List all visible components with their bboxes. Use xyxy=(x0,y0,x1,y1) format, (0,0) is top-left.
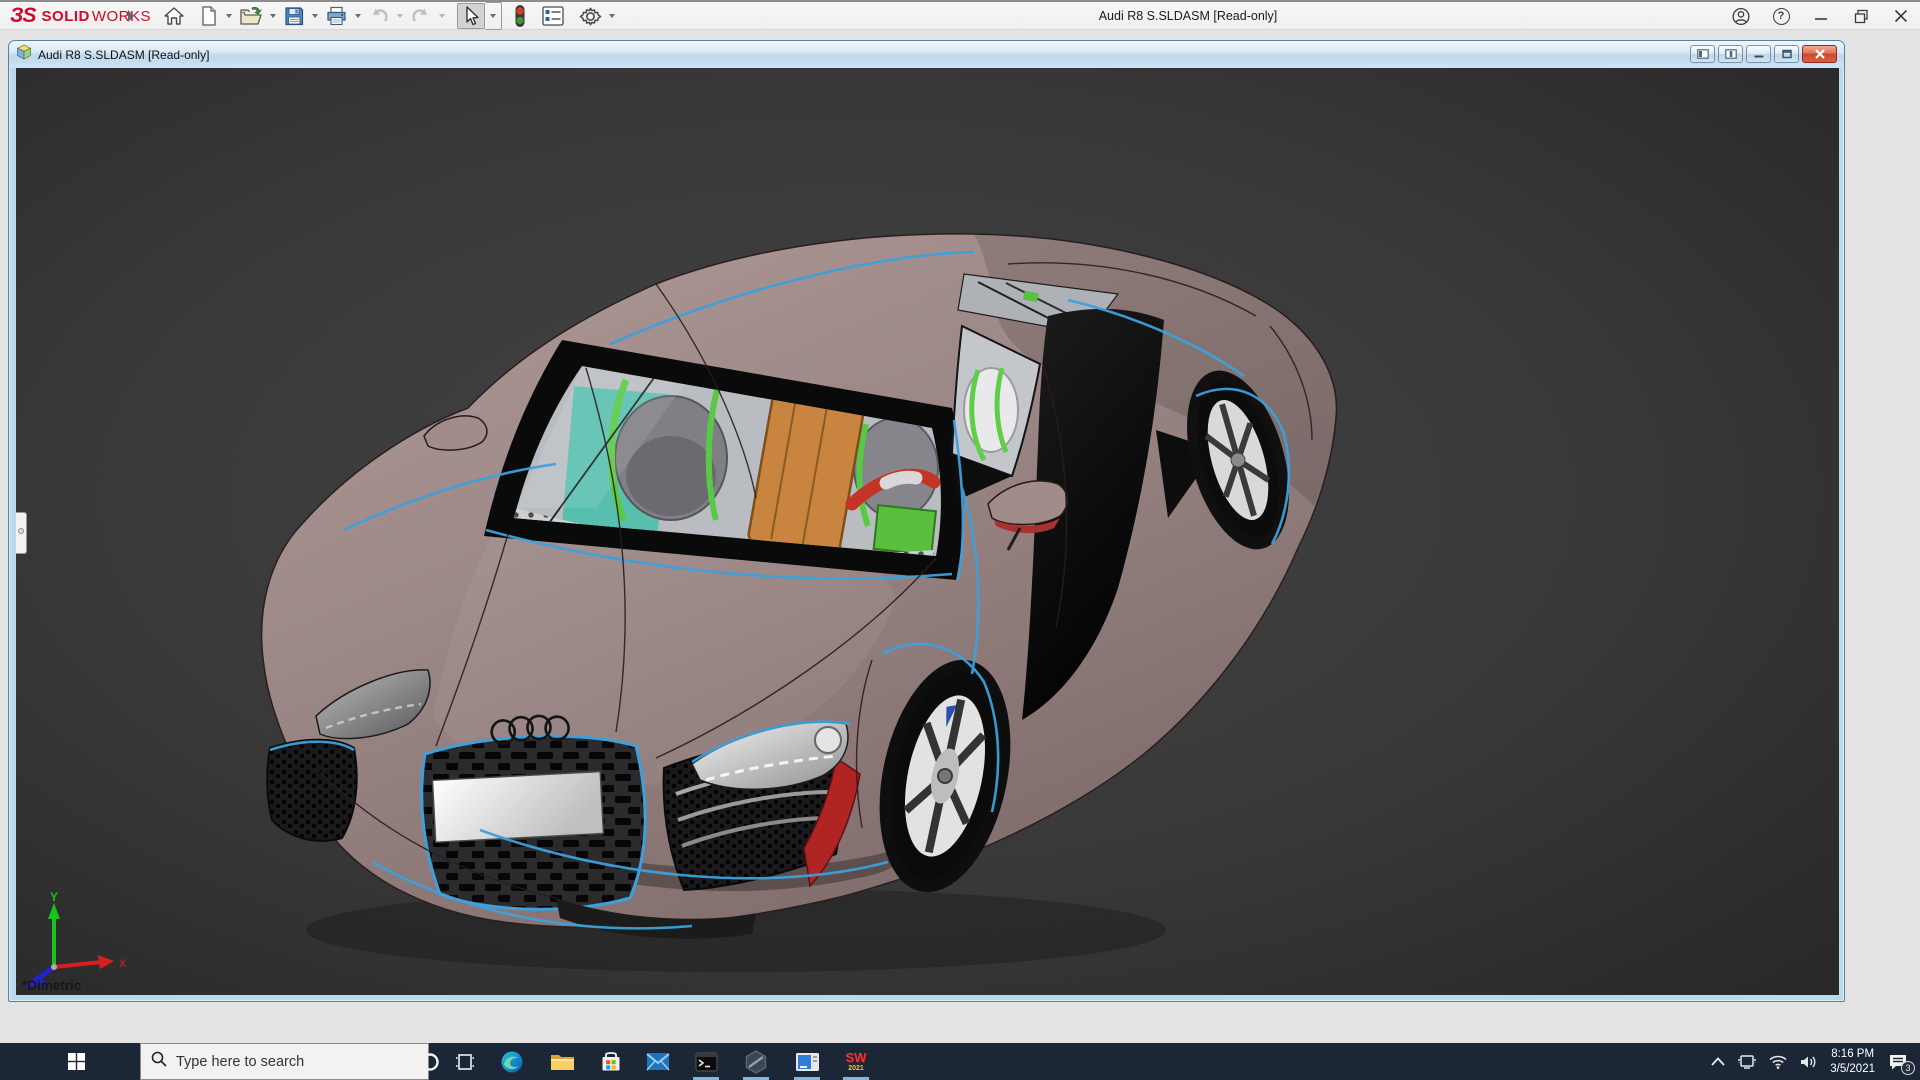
document-title: Audi R8 S.SLDASM [Read-only] xyxy=(38,48,209,62)
document-titlebar[interactable]: Audi R8 S.SLDASM [Read-only] xyxy=(9,41,1844,68)
undo-button[interactable] xyxy=(365,3,393,29)
home-icon xyxy=(163,5,185,27)
left-grille[interactable] xyxy=(267,740,356,841)
featuremanager-expand-dot xyxy=(18,528,24,534)
close-icon[interactable] xyxy=(1892,7,1910,25)
save-button[interactable] xyxy=(280,3,308,29)
print-icon xyxy=(325,5,348,27)
doc-minimize-icon[interactable] xyxy=(1746,45,1771,63)
select-tool-button[interactable] xyxy=(457,3,485,29)
brand-solid: SOLID xyxy=(42,8,90,25)
license-plate[interactable] xyxy=(432,772,603,843)
doc-close-icon[interactable] xyxy=(1802,45,1837,63)
audi-r8-model[interactable] xyxy=(16,68,1839,995)
open-caret[interactable] xyxy=(270,14,276,18)
property-list-icon xyxy=(541,5,565,27)
mail-icon[interactable] xyxy=(642,1043,674,1080)
taskbar-search[interactable] xyxy=(140,1043,429,1080)
save-caret[interactable] xyxy=(312,14,318,18)
desktop: ЗS SOLID WORKS xyxy=(0,0,1920,1080)
document-window: Audi R8 S.SLDASM [Read-only] xyxy=(8,40,1845,1002)
undo-icon xyxy=(368,5,390,27)
triad-x-label: X xyxy=(119,958,127,970)
help-icon[interactable]: ? xyxy=(1772,7,1790,25)
app-titlebar: ЗS SOLID WORKS xyxy=(0,0,1920,30)
gear-icon xyxy=(579,5,602,28)
redo-button[interactable] xyxy=(407,3,435,29)
print-caret[interactable] xyxy=(355,14,361,18)
triad-y-label: Y xyxy=(50,891,58,904)
doc-restore-icon[interactable] xyxy=(1774,45,1799,63)
assembly-icon xyxy=(16,44,32,65)
document-window-controls xyxy=(1690,45,1837,63)
solidworks-taskbar-icon[interactable]: SW 2021 xyxy=(838,1043,874,1080)
task-view-icon[interactable] xyxy=(449,1043,481,1080)
system-tray: 8:16 PM 3/5/2021 3 xyxy=(1711,1043,1920,1080)
solidworks-logo-mark: ЗS xyxy=(10,4,36,28)
options-caret[interactable] xyxy=(609,14,615,18)
home-button[interactable] xyxy=(160,3,188,29)
app-window-controls: ? xyxy=(1732,2,1910,30)
redo-icon xyxy=(410,5,432,27)
new-document-icon xyxy=(199,5,219,27)
select-tool-caret[interactable] xyxy=(485,2,502,30)
app-client-area: Audi R8 S.SLDASM [Read-only] xyxy=(0,30,1920,1043)
solidworks-sw-mark: SW xyxy=(846,1051,867,1064)
wifi-icon[interactable] xyxy=(1769,1055,1787,1069)
save-icon xyxy=(283,5,305,27)
pane-split-toggle-icon[interactable] xyxy=(1718,45,1743,63)
start-button[interactable] xyxy=(56,1043,96,1080)
minimize-icon[interactable] xyxy=(1812,7,1830,25)
account-icon[interactable] xyxy=(1732,7,1750,25)
window-app-icon[interactable] xyxy=(791,1043,823,1080)
front-grille[interactable] xyxy=(422,736,645,909)
quick-access-toolbar xyxy=(160,2,619,30)
reference-triad[interactable]: Y X xyxy=(20,891,130,987)
notification-center-icon[interactable]: 3 xyxy=(1888,1053,1908,1071)
print-button[interactable] xyxy=(322,3,351,29)
volume-icon[interactable] xyxy=(1800,1055,1817,1069)
file-explorer-icon[interactable] xyxy=(546,1043,578,1080)
restore-icon[interactable] xyxy=(1852,7,1870,25)
new-document-caret[interactable] xyxy=(226,14,232,18)
toolbar-expand-arrow[interactable] xyxy=(128,10,134,22)
search-input[interactable] xyxy=(176,1054,406,1070)
clock-date: 3/5/2021 xyxy=(1830,1062,1875,1077)
undo-caret[interactable] xyxy=(397,14,403,18)
search-icon xyxy=(151,1051,167,1072)
traffic-light-icon xyxy=(513,4,527,28)
status-lights-button[interactable] xyxy=(510,3,530,29)
redo-caret[interactable] xyxy=(439,14,445,18)
open-folder-icon xyxy=(239,5,263,27)
select-cursor-icon xyxy=(461,5,481,27)
cortana-icon[interactable] xyxy=(414,1043,446,1080)
edge-icon[interactable] xyxy=(496,1043,528,1080)
clock-time: 8:16 PM xyxy=(1830,1047,1875,1062)
taskbar: SW 2021 8:16 PM 3/5/2021 3 xyxy=(0,1043,1920,1080)
pane-left-toggle-icon[interactable] xyxy=(1690,45,1715,63)
property-manager-button[interactable] xyxy=(538,3,568,29)
connect-display-icon[interactable] xyxy=(1738,1055,1756,1069)
store-icon[interactable] xyxy=(595,1043,627,1080)
graphics-viewport[interactable]: Y X *Dimetric xyxy=(16,68,1839,995)
options-button[interactable] xyxy=(576,3,605,29)
app-title: Audi R8 S.SLDASM [Read-only] xyxy=(1099,9,1278,23)
tray-chevron-icon[interactable] xyxy=(1711,1057,1725,1066)
brand-works: WORKS xyxy=(92,8,151,25)
hexagon-app-icon[interactable] xyxy=(740,1043,772,1080)
featuremanager-collapsed-tab[interactable] xyxy=(16,512,27,554)
taskbar-clock[interactable]: 8:16 PM 3/5/2021 xyxy=(1830,1047,1875,1077)
open-button[interactable] xyxy=(236,3,266,29)
new-document-button[interactable] xyxy=(196,3,222,29)
notification-count-badge: 3 xyxy=(1901,1061,1915,1075)
command-prompt-icon[interactable] xyxy=(690,1043,722,1080)
solidworks-year-badge: 2021 xyxy=(848,1065,864,1072)
view-orientation-label: *Dimetric xyxy=(22,978,81,993)
